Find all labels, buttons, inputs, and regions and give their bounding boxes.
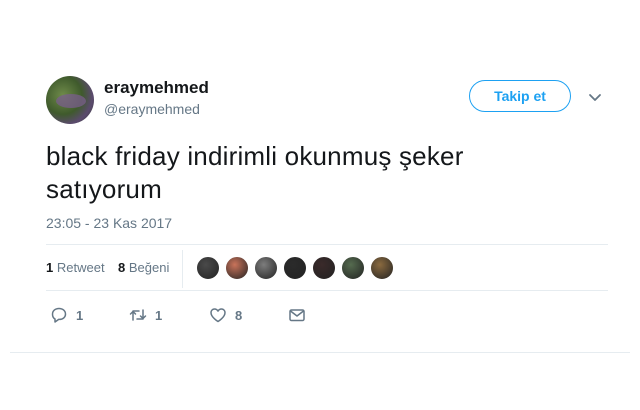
direct-message-button[interactable] (288, 305, 306, 325)
tweet-text: black friday indirimli okunmuş şeker sat… (46, 140, 606, 206)
like-stat-count: 8 (118, 260, 126, 275)
display-name[interactable]: eraymehmed (104, 78, 209, 98)
like-stat[interactable]: 8 Beğeni (118, 260, 169, 275)
retweet-stat[interactable]: 1 Retweet (46, 260, 105, 275)
like-count: 8 (235, 307, 243, 323)
reply-count: 1 (76, 307, 84, 323)
heart-icon (210, 308, 226, 323)
like-stat-label: Beğeni (128, 260, 170, 275)
retweet-icon (129, 309, 147, 321)
reply-icon (51, 307, 67, 323)
liker-avatar[interactable] (196, 256, 220, 280)
tweet-card: eraymehmed @eraymehmed Takip et black fr… (0, 0, 640, 410)
liker-avatar[interactable] (225, 256, 249, 280)
retweet-count: 1 (155, 307, 163, 323)
divider (10, 352, 630, 353)
liker-avatar[interactable] (254, 256, 278, 280)
divider (46, 290, 608, 291)
tweet-text-line-2: satıyorum (46, 174, 162, 204)
liker-avatar[interactable] (312, 256, 336, 280)
retweet-stat-count: 1 (46, 260, 54, 275)
liker-avatar[interactable] (283, 256, 307, 280)
retweet-stat-label: Retweet (56, 260, 105, 275)
chevron-down-icon[interactable] (588, 90, 602, 104)
follow-button[interactable]: Takip et (469, 80, 571, 112)
like-button[interactable]: 8 (209, 305, 242, 325)
tweet-text-line-1: black friday indirimli okunmuş şeker (46, 141, 464, 171)
liker-avatar[interactable] (370, 256, 394, 280)
reply-button[interactable]: 1 (50, 305, 83, 325)
envelope-icon (289, 309, 305, 322)
divider (46, 244, 608, 245)
tweet-timestamp[interactable]: 23:05 - 23 Kas 2017 (46, 215, 172, 231)
retweet-button[interactable]: 1 (129, 305, 162, 325)
username-handle[interactable]: @eraymehmed (104, 101, 200, 117)
avatar[interactable] (46, 76, 94, 124)
stats-separator (182, 250, 183, 288)
liker-avatar[interactable] (341, 256, 365, 280)
